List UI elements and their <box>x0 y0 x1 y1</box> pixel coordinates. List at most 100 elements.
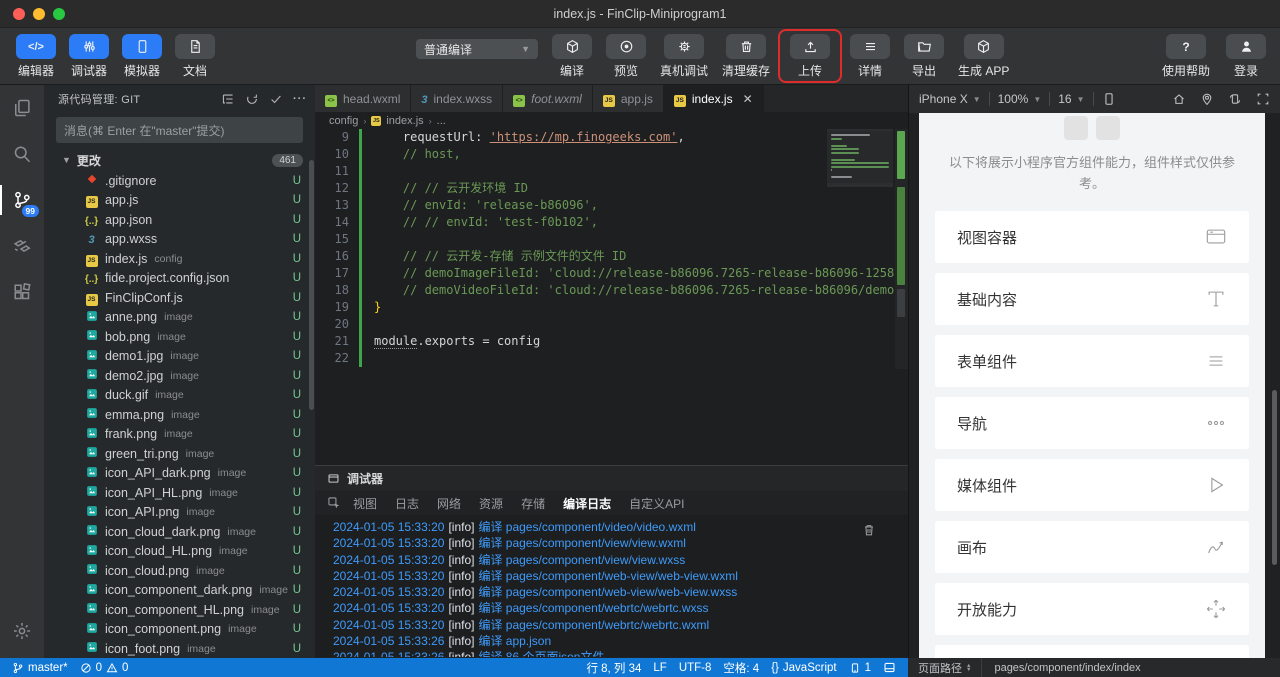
changed-file-row[interactable]: bob.png image U <box>44 327 315 347</box>
compile-mode-select[interactable]: 普通编译 ▼ <box>416 39 538 59</box>
activity-components[interactable] <box>0 223 44 269</box>
editor-tab-index.js[interactable]: JS index.js ✕ <box>663 85 764 112</box>
device-connection-indicator[interactable]: 1 <box>843 662 877 674</box>
element-picker-icon[interactable] <box>327 496 341 510</box>
activity-search[interactable] <box>0 131 44 177</box>
preview-button[interactable]: 预览 <box>602 34 650 81</box>
clear-cache-button[interactable]: 清理缓存 <box>718 34 774 81</box>
activity-scm[interactable]: 99 <box>0 177 44 223</box>
device-debug-button[interactable]: 真机调试 <box>656 34 712 81</box>
doc-button[interactable]: 文档 <box>175 34 215 79</box>
debugger-tab-编译日志[interactable]: 编译日志 <box>563 495 611 512</box>
changed-file-row[interactable]: JS index.js config U <box>44 249 315 269</box>
changed-file-row[interactable]: icon_API.png image U <box>44 503 315 523</box>
indent-indicator[interactable]: 空格: 4 <box>717 660 765 676</box>
problems-indicator[interactable]: 0 0 <box>74 662 135 674</box>
debugger-tab-视图[interactable]: 视图 <box>353 495 377 512</box>
changed-file-row[interactable]: icon_component_dark.png image U <box>44 581 315 601</box>
export-button[interactable]: 导出 <box>900 34 948 81</box>
commit-message-input[interactable]: 消息(⌘ Enter 在"master"提交) <box>56 117 303 143</box>
log-line[interactable]: 2024-01-05 15:33:20 [info] 编译 pages/compon… <box>333 568 908 584</box>
simulator-scrollbar[interactable] <box>1272 390 1277 565</box>
component-card-layout[interactable]: 视图容器 <box>935 211 1249 263</box>
log-line[interactable]: 2024-01-05 15:33:20 [info] 编译 pages/compon… <box>333 600 908 616</box>
changed-file-row[interactable]: 3 app.wxss U <box>44 230 315 250</box>
compile-button[interactable]: 编译 <box>548 34 596 81</box>
scm-scrollbar[interactable] <box>309 160 314 410</box>
close-tab-icon[interactable]: ✕ <box>743 92 753 106</box>
changed-file-row[interactable]: icon_component_HL.png image U <box>44 600 315 620</box>
editor-tab-index.wxss[interactable]: 3 index.wxss <box>411 85 504 112</box>
tree-icon[interactable] <box>221 92 235 106</box>
simulator-button[interactable]: 模拟器 <box>122 34 162 79</box>
component-card-partial[interactable] <box>935 645 1249 658</box>
log-line[interactable]: 2024-01-05 15:33:26[info]编译 86 个页面json文件 <box>333 649 908 657</box>
debugger-tab-自定义API[interactable]: 自定义API <box>629 495 684 512</box>
breadcrumb[interactable]: config › JS index.js ›... <box>315 112 908 129</box>
changed-file-row[interactable]: icon_API_HL.png image U <box>44 483 315 503</box>
editor-tab-foot.wxml[interactable]: <> foot.wxml <box>503 85 593 112</box>
changed-file-row[interactable]: {..} app.json U <box>44 210 315 230</box>
log-line[interactable]: 2024-01-05 15:33:26 [info] 编译 app.json <box>333 633 908 649</box>
changed-file-row[interactable]: demo1.jpg image U <box>44 347 315 367</box>
component-card-text[interactable]: 基础内容 <box>935 273 1249 325</box>
scan-frame-icon[interactable] <box>1256 92 1270 106</box>
editor-tab-app.js[interactable]: JS app.js <box>592 85 664 112</box>
rotate-device-icon[interactable] <box>1228 92 1242 106</box>
changed-file-row[interactable]: JS FinClipConf.js U <box>44 288 315 308</box>
changed-file-row[interactable]: duck.gif image U <box>44 386 315 406</box>
changed-file-row[interactable]: demo2.jpg image U <box>44 366 315 386</box>
check-icon[interactable] <box>269 92 283 106</box>
debugger-tab-资源[interactable]: 资源 <box>479 495 503 512</box>
help-button[interactable]: ? 使用帮助 <box>1162 34 1210 79</box>
debug-button[interactable]: 调试器 <box>69 34 109 79</box>
scm-changes-section[interactable]: ▼ 更改 461 <box>44 149 315 171</box>
component-card-nav-dots[interactable]: 导航 <box>935 397 1249 449</box>
breadcrumb-item[interactable]: config <box>329 115 358 127</box>
changed-file-row[interactable]: icon_component.png image U <box>44 620 315 640</box>
log-line[interactable]: 2024-01-05 15:33:20 [info] 编译 pages/compon… <box>333 535 908 551</box>
debugger-tab-日志[interactable]: 日志 <box>395 495 419 512</box>
changed-file-row[interactable]: .gitignore U <box>44 171 315 191</box>
minimap[interactable] <box>827 131 893 183</box>
activity-settings[interactable] <box>0 608 44 654</box>
log-line[interactable]: 2024-01-05 15:33:20 [info] 编译 pages/compon… <box>333 617 908 633</box>
editor-scrollbar[interactable] <box>895 129 908 369</box>
encoding-indicator[interactable]: UTF-8 <box>673 662 718 674</box>
changed-file-row[interactable]: icon_foot.png image U <box>44 639 315 658</box>
login-button[interactable]: 登录 <box>1226 34 1266 79</box>
refresh-icon[interactable] <box>245 92 259 106</box>
editor-tab-head.wxml[interactable]: <> head.wxml <box>315 85 412 112</box>
changed-file-row[interactable]: icon_cloud_HL.png image U <box>44 542 315 562</box>
panel-toggle-icon[interactable] <box>877 661 902 674</box>
code-editor[interactable]: 9 requestUrl: 'https://mp.finogeeks.com'… <box>315 129 908 369</box>
page-path-select[interactable]: 页面路径 ▲ ▼ <box>908 660 981 676</box>
upload-button[interactable]: 上传 <box>786 34 834 79</box>
cursor-position[interactable]: 行 8, 列 34 <box>580 660 647 676</box>
changed-file-row[interactable]: JS app.js U <box>44 191 315 211</box>
home-icon[interactable] <box>1172 92 1186 106</box>
device-select[interactable]: iPhone X ▼ <box>919 92 981 106</box>
activity-extensions[interactable] <box>0 269 44 315</box>
changed-file-row[interactable]: {..} fide.project.config.json U <box>44 269 315 289</box>
phone-frame-icon[interactable] <box>1102 92 1116 106</box>
debugger-tab-网络[interactable]: 网络 <box>437 495 461 512</box>
simulator-screen[interactable]: 以下将展示小程序官方组件能力，组件样式仅供参考。 视图容器 基础内容 表单组件 … <box>919 113 1265 658</box>
branch-indicator[interactable]: master* <box>6 662 74 674</box>
activity-explorer[interactable] <box>0 85 44 131</box>
component-card-form-lines[interactable]: 表单组件 <box>935 335 1249 387</box>
code-button[interactable]: </> 编辑器 <box>16 34 56 79</box>
changed-file-row[interactable]: emma.png image U <box>44 405 315 425</box>
clear-logs-icon[interactable] <box>862 523 876 537</box>
ellipsis-icon[interactable]: ··· <box>293 92 307 106</box>
breadcrumb-item[interactable]: ... <box>437 115 446 127</box>
zoom-select[interactable]: 100% ▼ <box>998 92 1042 106</box>
debugger-tab-存储[interactable]: 存储 <box>521 495 545 512</box>
component-card-curve[interactable]: 画布 <box>935 521 1249 573</box>
fontsize-select[interactable]: 16 ▼ <box>1058 92 1084 106</box>
component-card-play[interactable]: 媒体组件 <box>935 459 1249 511</box>
log-line[interactable]: 2024-01-05 15:33:20 [info] 编译 pages/compon… <box>333 552 908 568</box>
eol-indicator[interactable]: LF <box>647 662 672 674</box>
language-indicator[interactable]: {} JavaScript <box>765 662 842 674</box>
changed-file-row[interactable]: icon_cloud.png image U <box>44 561 315 581</box>
